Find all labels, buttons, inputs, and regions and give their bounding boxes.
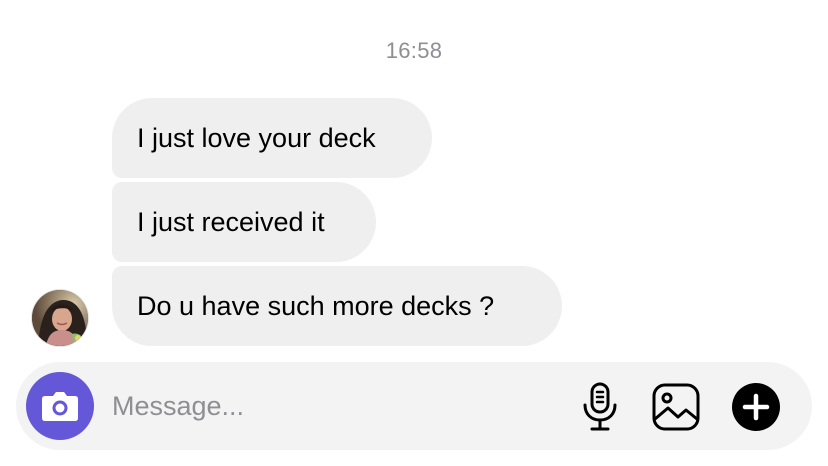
message-timestamp: 16:58 xyxy=(385,38,443,63)
plus-icon xyxy=(732,383,780,431)
avatar-image xyxy=(32,290,88,346)
microphone-icon xyxy=(583,382,617,431)
sender-avatar[interactable] xyxy=(32,290,88,346)
message-bubble[interactable]: Do u have such more decks ? xyxy=(112,266,562,346)
camera-icon xyxy=(42,392,78,421)
more-button[interactable] xyxy=(731,382,781,432)
message-bubble[interactable]: I just received it xyxy=(112,182,376,262)
chat-screen: 16:58 I just love your deck I just recei… xyxy=(0,0,828,466)
camera-button[interactable] xyxy=(26,372,94,440)
message-input[interactable] xyxy=(112,382,552,430)
gallery-button[interactable] xyxy=(651,382,701,432)
message-composer xyxy=(16,362,812,450)
message-bubble[interactable]: I just love your deck xyxy=(112,98,432,178)
image-icon xyxy=(652,383,700,431)
microphone-button[interactable] xyxy=(575,382,625,432)
